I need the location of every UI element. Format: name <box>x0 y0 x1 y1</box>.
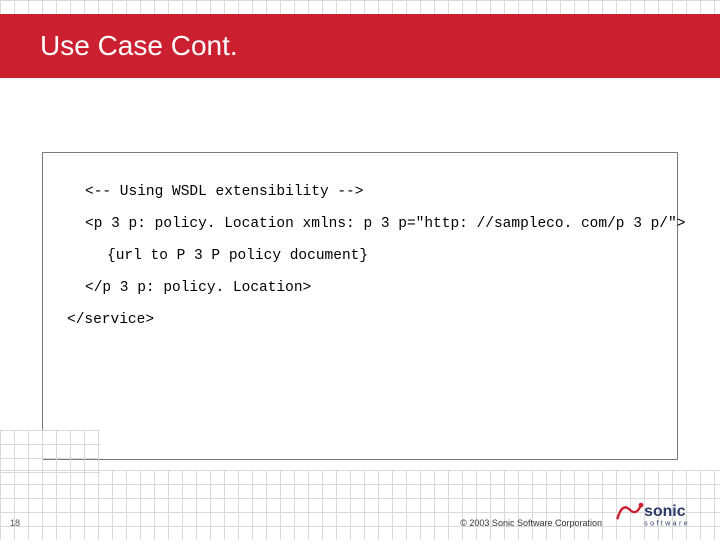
brand-logo: sonic software <box>612 494 708 532</box>
slide-title: Use Case Cont. <box>40 30 238 62</box>
logo-sub-text: software <box>644 520 690 528</box>
slide: Use Case Cont. <-- Using WSDL extensibil… <box>0 0 720 540</box>
decorative-grid-top <box>0 0 720 14</box>
logo-brand-text: sonic <box>644 503 686 520</box>
code-line-1: <-- Using WSDL extensibility --> <box>67 177 653 209</box>
copyright-text: © 2003 Sonic Software Corporation <box>460 518 602 528</box>
code-line-3: {url to P 3 P policy document} <box>67 241 653 273</box>
decorative-grid-left <box>0 430 100 475</box>
code-line-5: </service> <box>67 305 653 337</box>
code-line-2: <p 3 p: policy. Location xmlns: p 3 p="h… <box>67 209 653 241</box>
sonic-logo-icon: sonic software <box>612 494 708 532</box>
page-number: 18 <box>10 518 20 528</box>
code-block: <-- Using WSDL extensibility --> <p 3 p:… <box>42 152 678 460</box>
logo-dot-icon <box>639 503 644 508</box>
code-line-4: </p 3 p: policy. Location> <box>67 273 653 305</box>
logo-swoosh-icon <box>617 505 641 519</box>
title-bar: Use Case Cont. <box>0 14 720 78</box>
